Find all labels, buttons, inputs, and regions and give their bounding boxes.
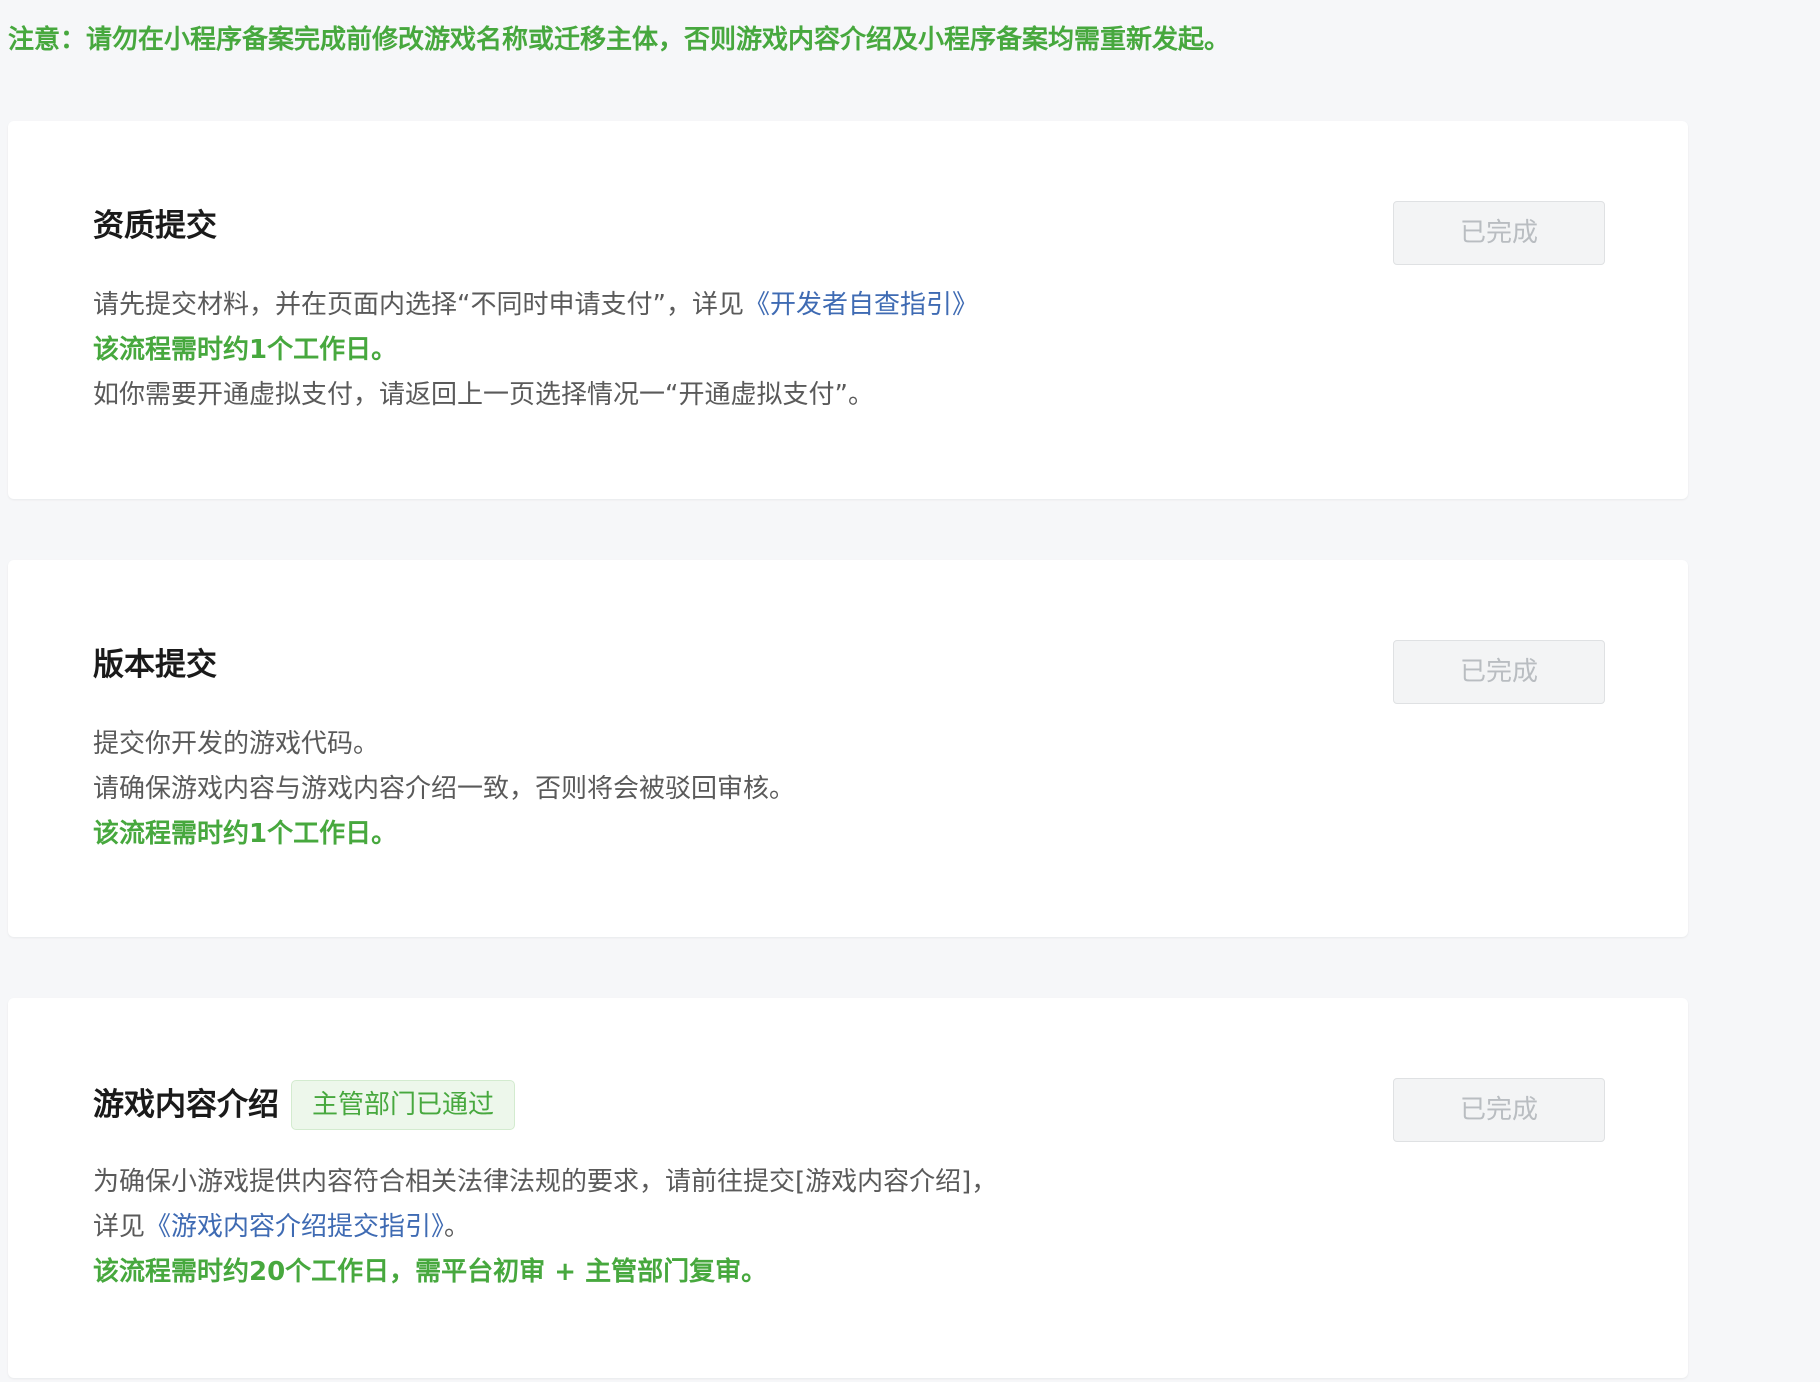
- card-title: 游戏内容介绍 主管部门已通过: [93, 1080, 516, 1130]
- card-description: 提交你开发的游戏代码。 请确保游戏内容与游戏内容介绍一致，否则将会被驳回审核。 …: [93, 722, 795, 857]
- description-line: 提交你开发的游戏代码。: [93, 729, 380, 759]
- card-description: 请先提交材料，并在页面内选择“不同时申请支付”，详见《开发者自查指引》 该流程需…: [93, 283, 978, 418]
- completed-button[interactable]: 已完成: [1393, 1078, 1605, 1142]
- description-text: 请先提交材料，并在页面内选择“不同时申请支付”，详见: [93, 290, 744, 320]
- card-title-text: 版本提交: [93, 647, 217, 683]
- description-line: 请先提交材料，并在页面内选择“不同时申请支付”，详见《开发者自查指引》: [93, 283, 978, 328]
- description-line: 请确保游戏内容与游戏内容介绍一致，否则将会被驳回审核。: [93, 774, 796, 804]
- description-text: 。: [444, 1212, 471, 1242]
- completed-button[interactable]: 已完成: [1393, 201, 1605, 265]
- description-line: 为确保小游戏提供内容符合相关法律法规的要求，请前往提交[游戏内容介绍]，: [93, 1167, 998, 1197]
- step-card-game-content: 游戏内容介绍 主管部门已通过 已完成 为确保小游戏提供内容符合相关法律法规的要求…: [8, 998, 1688, 1378]
- duration-note: 该流程需时约20个工作日，需平台初审 + 主管部门复审。: [93, 1257, 768, 1287]
- card-title-text: 游戏内容介绍: [93, 1087, 279, 1123]
- notice-banner: 注意：请勿在小程序备案完成前修改游戏名称或迁移主体，否则游戏内容介绍及小程序备案…: [8, 25, 1231, 55]
- completed-button[interactable]: 已完成: [1393, 640, 1605, 704]
- description-line: 详见《游戏内容介绍提交指引》。: [93, 1205, 997, 1250]
- card-title: 版本提交: [93, 642, 217, 688]
- card-title: 资质提交: [93, 203, 217, 249]
- duration-note: 该流程需时约1个工作日。: [93, 819, 398, 849]
- content-guide-link[interactable]: 《游戏内容介绍提交指引》: [145, 1212, 444, 1242]
- developer-guide-link[interactable]: 《开发者自查指引》: [744, 290, 978, 320]
- description-text: 详见: [93, 1212, 146, 1242]
- approved-status-badge: 主管部门已通过: [291, 1080, 516, 1130]
- card-description: 为确保小游戏提供内容符合相关法律法规的要求，请前往提交[游戏内容介绍]， 详见《…: [93, 1160, 997, 1295]
- step-card-version: 版本提交 已完成 提交你开发的游戏代码。 请确保游戏内容与游戏内容介绍一致，否则…: [8, 560, 1688, 937]
- step-card-qualification: 资质提交 已完成 请先提交材料，并在页面内选择“不同时申请支付”，详见《开发者自…: [8, 121, 1688, 499]
- duration-note: 该流程需时约1个工作日。: [93, 335, 398, 365]
- card-title-text: 资质提交: [93, 208, 217, 244]
- description-line: 如你需要开通虚拟支付，请返回上一页选择情况一“开通虚拟支付”。: [93, 380, 874, 410]
